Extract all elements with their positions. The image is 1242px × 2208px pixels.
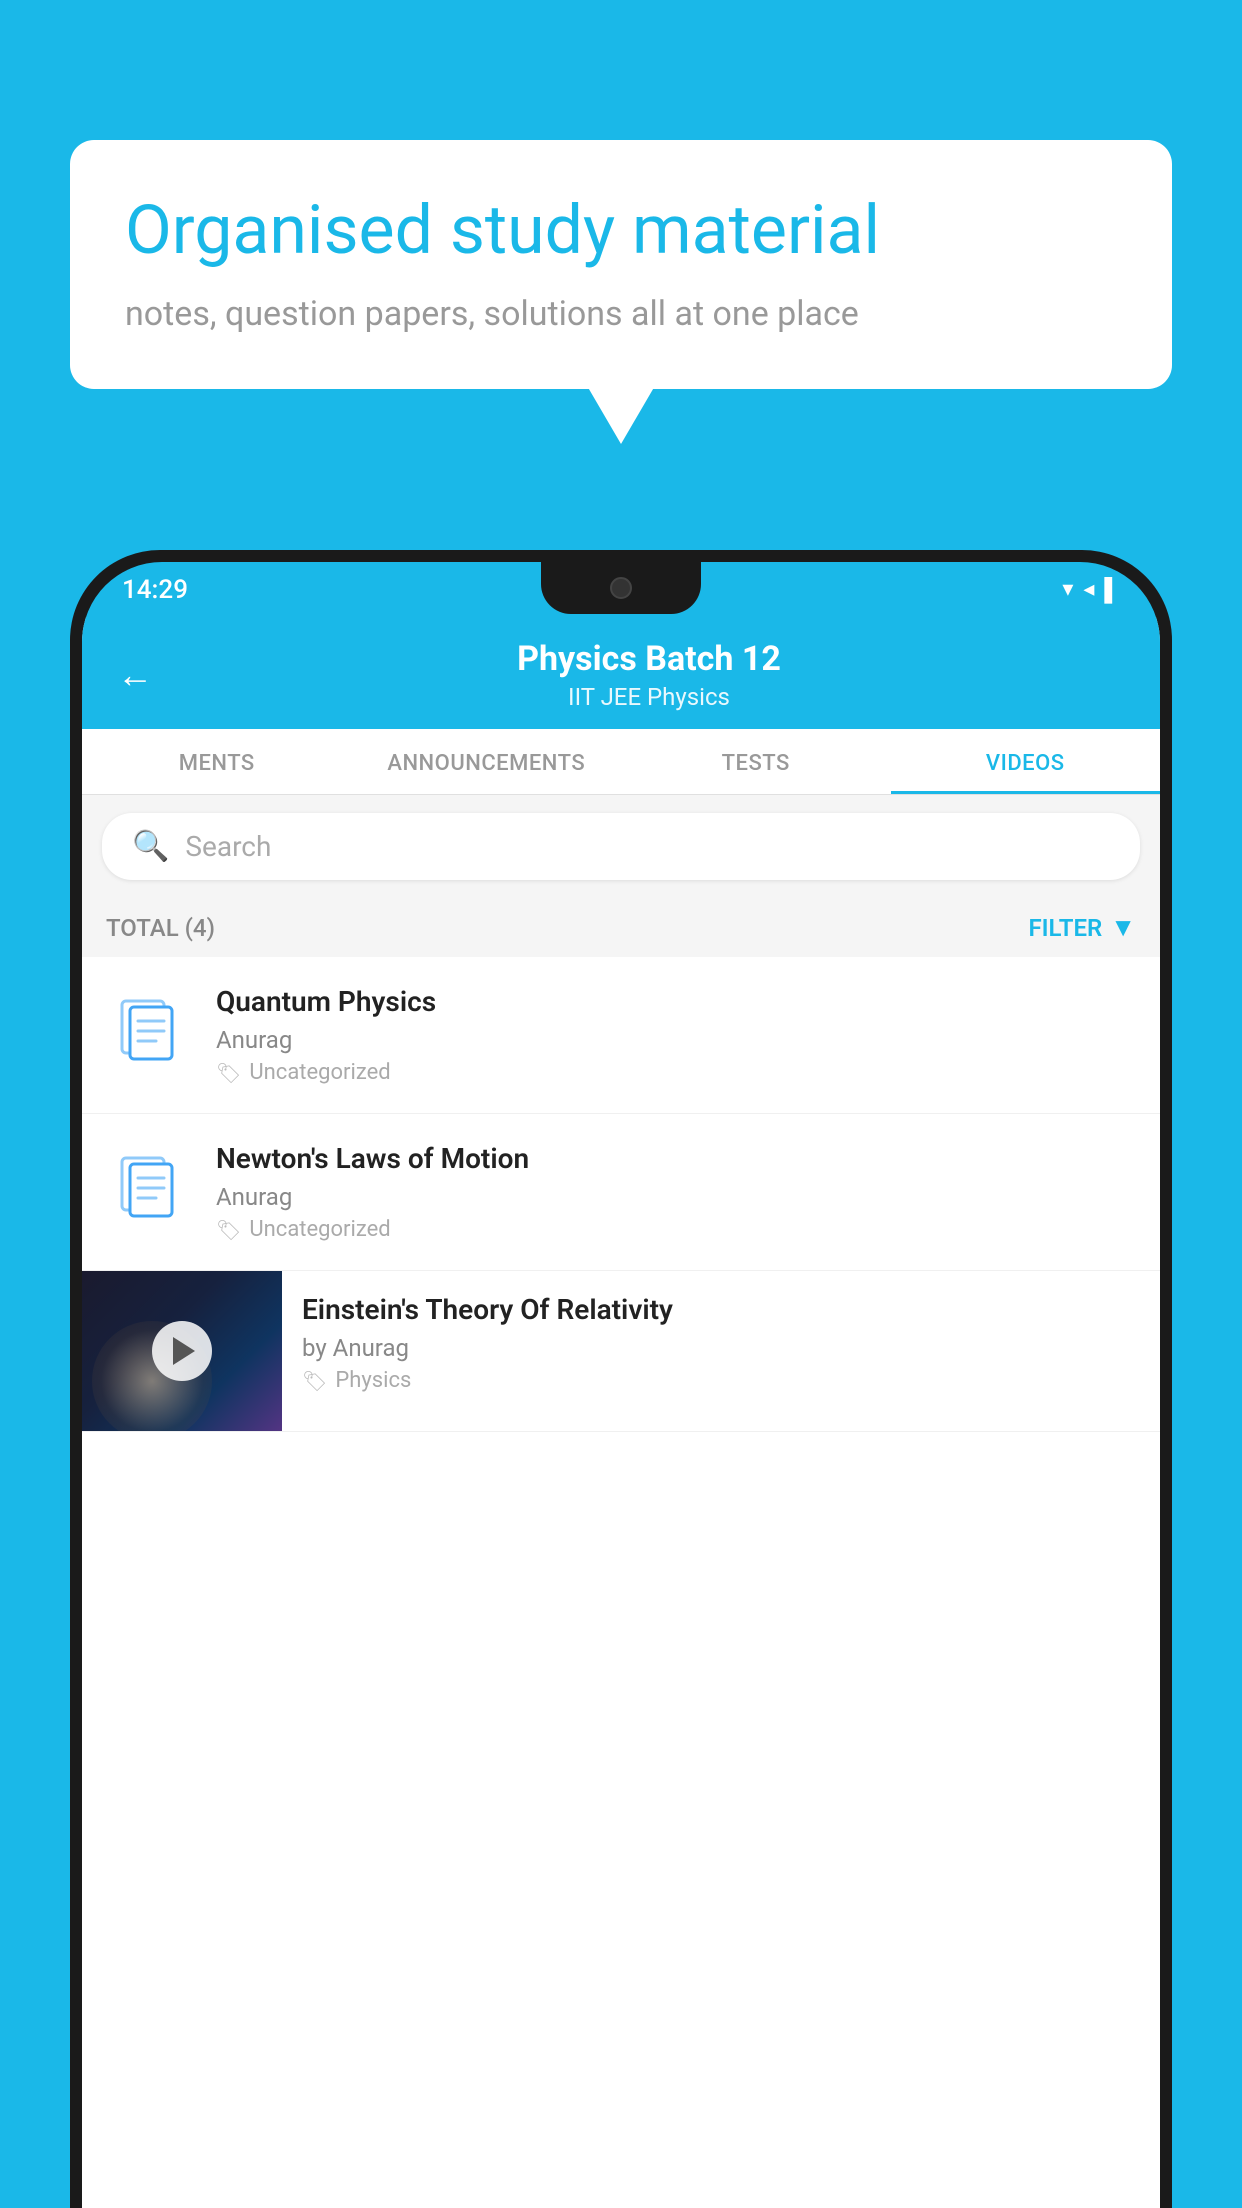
tag-label: Physics bbox=[335, 1368, 411, 1393]
list-item[interactable]: Einstein's Theory Of Relativity by Anura… bbox=[82, 1271, 1160, 1432]
video-info: Quantum Physics Anurag 🏷 Uncategorized bbox=[216, 985, 1136, 1085]
play-icon bbox=[173, 1337, 195, 1365]
speech-bubble: Organised study material notes, question… bbox=[70, 140, 1172, 389]
video-title: Quantum Physics bbox=[216, 985, 1136, 1018]
speech-bubble-container: Organised study material notes, question… bbox=[70, 140, 1172, 389]
search-icon: 🔍 bbox=[132, 829, 169, 864]
video-tag: 🏷 Uncategorized bbox=[216, 1060, 1136, 1085]
video-tag: 🏷 Physics bbox=[302, 1368, 1140, 1393]
video-title: Einstein's Theory Of Relativity bbox=[302, 1293, 1140, 1326]
filter-row: TOTAL (4) FILTER ▼ bbox=[82, 898, 1160, 957]
video-author: Anurag bbox=[216, 1026, 1136, 1054]
filter-button[interactable]: FILTER ▼ bbox=[1028, 912, 1136, 943]
header-title-area: Physics Batch 12 IIT JEE Physics bbox=[173, 639, 1125, 711]
tab-ments[interactable]: MENTS bbox=[82, 729, 352, 794]
video-info: Newton's Laws of Motion Anurag 🏷 Uncateg… bbox=[216, 1142, 1136, 1242]
video-author: by Anurag bbox=[302, 1334, 1140, 1362]
header-subtitle: IIT JEE Physics bbox=[173, 683, 1125, 711]
back-button[interactable]: ← bbox=[117, 654, 153, 696]
video-list: Quantum Physics Anurag 🏷 Uncategorized bbox=[82, 957, 1160, 2208]
search-input[interactable]: Search bbox=[185, 830, 271, 863]
tag-icon: 🏷 bbox=[216, 1218, 241, 1242]
camera bbox=[610, 577, 632, 599]
video-file-icon bbox=[106, 999, 196, 1071]
play-button[interactable] bbox=[152, 1321, 212, 1381]
video-tag: 🏷 Uncategorized bbox=[216, 1217, 1136, 1242]
tag-label: Uncategorized bbox=[249, 1060, 390, 1085]
app-header: ← Physics Batch 12 IIT JEE Physics bbox=[82, 617, 1160, 729]
search-container: 🔍 Search bbox=[82, 795, 1160, 898]
phone-frame: 14:29 ▾ ◂ ▌ ← Physics Batch 12 IIT JEE P… bbox=[70, 550, 1172, 2208]
list-item[interactable]: Newton's Laws of Motion Anurag 🏷 Uncateg… bbox=[82, 1114, 1160, 1271]
tab-videos[interactable]: VIDEOS bbox=[891, 729, 1161, 794]
filter-label: FILTER bbox=[1028, 914, 1102, 942]
status-time: 14:29 bbox=[122, 575, 188, 605]
video-author: Anurag bbox=[216, 1183, 1136, 1211]
video-thumbnail bbox=[82, 1271, 282, 1431]
notch bbox=[541, 562, 701, 614]
tag-icon: 🏷 bbox=[216, 1061, 241, 1085]
video-title: Newton's Laws of Motion bbox=[216, 1142, 1136, 1175]
header-title: Physics Batch 12 bbox=[173, 639, 1125, 679]
tab-announcements[interactable]: ANNOUNCEMENTS bbox=[352, 729, 622, 794]
tab-tests[interactable]: TESTS bbox=[621, 729, 891, 794]
total-count: TOTAL (4) bbox=[106, 914, 215, 942]
list-item[interactable]: Quantum Physics Anurag 🏷 Uncategorized bbox=[82, 957, 1160, 1114]
filter-icon: ▼ bbox=[1110, 912, 1136, 943]
status-icons: ▾ ◂ ▌ bbox=[1062, 577, 1120, 603]
bubble-subtitle: notes, question papers, solutions all at… bbox=[125, 294, 1117, 334]
tag-label: Uncategorized bbox=[249, 1217, 390, 1242]
signal-icon: ◂ bbox=[1083, 577, 1094, 602]
screen-content: ← Physics Batch 12 IIT JEE Physics MENTS… bbox=[82, 617, 1160, 2208]
tag-icon: 🏷 bbox=[302, 1369, 327, 1393]
phone-inner: 14:29 ▾ ◂ ▌ ← Physics Batch 12 IIT JEE P… bbox=[82, 562, 1160, 2208]
search-bar[interactable]: 🔍 Search bbox=[102, 813, 1140, 880]
battery-icon: ▌ bbox=[1104, 577, 1120, 603]
video-file-icon bbox=[106, 1156, 196, 1228]
wifi-icon: ▾ bbox=[1062, 577, 1073, 602]
tab-bar: MENTS ANNOUNCEMENTS TESTS VIDEOS bbox=[82, 729, 1160, 795]
bubble-title: Organised study material bbox=[125, 190, 1117, 272]
video-info: Einstein's Theory Of Relativity by Anura… bbox=[282, 1271, 1160, 1415]
